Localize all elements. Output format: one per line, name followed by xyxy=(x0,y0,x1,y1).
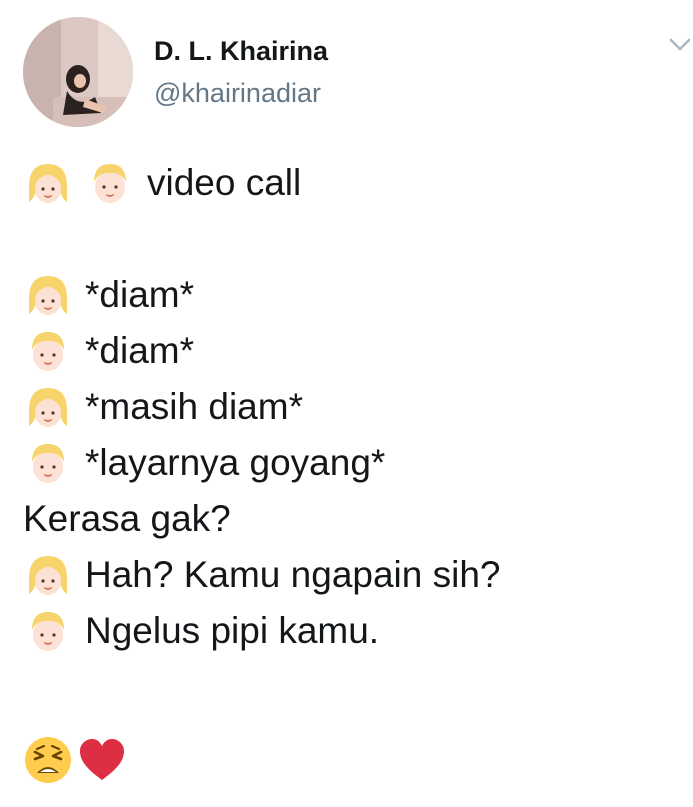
blonde-girl-emoji xyxy=(23,382,73,432)
display-name[interactable]: D. L. Khairina xyxy=(154,34,328,68)
tweet-line: *diam* xyxy=(23,323,683,379)
line-text: *diam* xyxy=(85,330,194,371)
tweet-line: *diam* xyxy=(23,267,683,323)
weary-face-emoji xyxy=(23,735,73,785)
blonde-girl-emoji xyxy=(23,158,73,208)
user-handle[interactable]: @khairinadiar xyxy=(154,76,328,110)
line-text: Kerasa gak? xyxy=(23,498,231,539)
tweet-line: Kerasa gak? xyxy=(23,491,683,547)
blonde-boy-emoji xyxy=(23,326,73,376)
blonde-girl-emoji xyxy=(23,550,73,600)
blonde-boy-emoji xyxy=(23,438,73,488)
tweet-line: *layarnya goyang* xyxy=(23,435,683,491)
avatar[interactable] xyxy=(23,17,133,127)
line-text: Hah? Kamu ngapain sih? xyxy=(85,554,501,595)
tweet-line: Hah? Kamu ngapain sih? xyxy=(23,547,683,603)
closing-emojis xyxy=(23,735,683,785)
tweet-text: video call *diam* *diam* *masih diam* *l… xyxy=(23,155,683,785)
tweet-line: Ngelus pipi kamu. xyxy=(23,603,683,659)
tweet-line: *masih diam* xyxy=(23,379,683,435)
tweet-line: video call xyxy=(23,155,683,211)
line-text: Ngelus pipi kamu. xyxy=(85,610,380,651)
blonde-boy-emoji xyxy=(23,606,73,656)
red-heart-emoji xyxy=(77,735,127,785)
avatar-photo xyxy=(23,17,133,127)
tweet-header: D. L. Khairina @khairinadiar xyxy=(0,0,693,140)
line-text: *diam* xyxy=(85,274,194,315)
chevron-down-icon[interactable] xyxy=(669,36,691,54)
blonde-boy-emoji xyxy=(85,158,135,208)
line-text: *layarnya goyang* xyxy=(85,442,386,483)
line-text: video call xyxy=(147,162,302,203)
author-names: D. L. Khairina @khairinadiar xyxy=(154,34,328,110)
blonde-girl-emoji xyxy=(23,270,73,320)
line-text: *masih diam* xyxy=(85,386,303,427)
